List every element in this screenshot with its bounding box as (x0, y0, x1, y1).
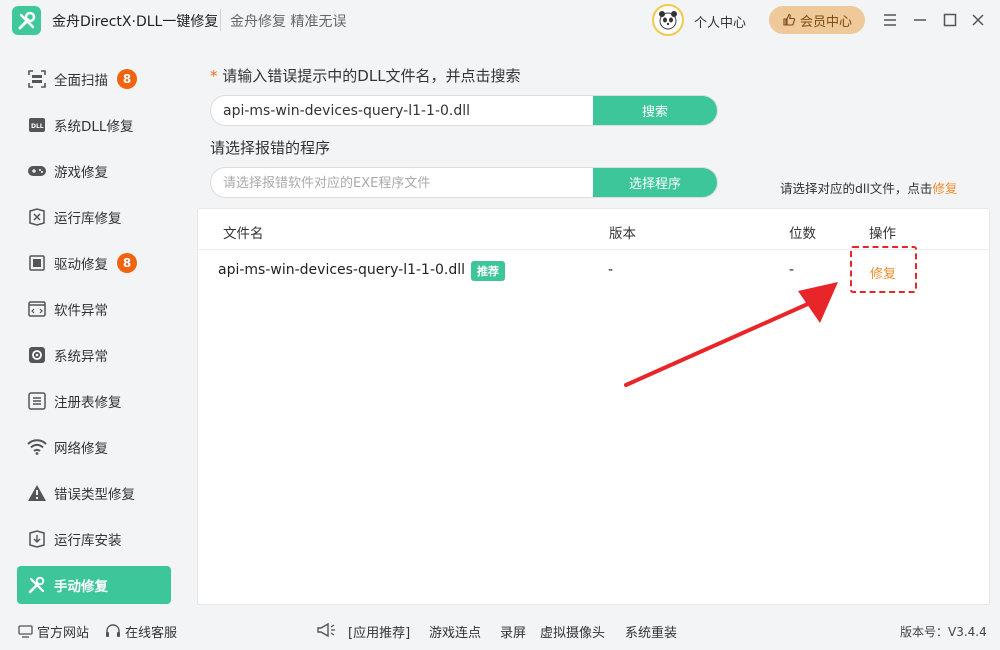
sidebar-item-driver-repair[interactable]: 驱动修复 8 (17, 244, 171, 282)
sidebar-item-software-exception[interactable]: 软件异常 (17, 290, 171, 328)
official-site-label: 官方网站 (37, 626, 90, 641)
dll-search-label-text: 请输入错误提示中的DLL文件名，并点击搜索 (222, 67, 521, 85)
official-site-link[interactable]: 官方网站 (18, 622, 89, 641)
table-header: 文件名 版本 位数 操作 (198, 209, 989, 250)
program-select-label: 请选择报错的程序 (210, 139, 331, 157)
wifi-icon (27, 437, 47, 457)
vip-center-button[interactable]: 会员中心 (769, 6, 865, 34)
notification-badge: 8 (117, 69, 137, 89)
bottom-link-game-clicker[interactable]: 游戏连点 (429, 622, 481, 641)
gear-icon (27, 345, 47, 365)
sidebar-item-system-dll[interactable]: DLL 系统DLL修复 (17, 106, 171, 144)
gamepad-icon (27, 161, 47, 181)
bottom-bar: 官方网站 在线客服 [应用推荐] 游戏连点 录屏 虚拟摄像头 系统重装 版本号：… (0, 615, 1000, 645)
bottom-link-virtual-camera[interactable]: 虚拟摄像头 (540, 622, 605, 641)
driver-icon (27, 253, 47, 273)
sidebar-item-label: 运行库安装 (54, 533, 122, 549)
app-logo (12, 6, 41, 35)
notification-badge: 8 (117, 253, 137, 273)
program-path-input[interactable] (211, 168, 593, 197)
sidebar-item-label: 全面扫描 (54, 73, 108, 89)
sidebar-item-game-repair[interactable]: 游戏修复 (17, 152, 171, 190)
highlight-dashed-box (850, 246, 917, 293)
sidebar-item-label: 驱动修复 (54, 257, 108, 273)
headset-icon (106, 624, 120, 637)
monitor-icon (18, 625, 33, 638)
sidebar-item-label: 注册表修复 (54, 395, 122, 411)
app-recommend-label: [应用推荐] (348, 626, 411, 641)
sidebar-item-network-repair[interactable]: 网络修复 (17, 428, 171, 466)
sidebar-item-manual-repair[interactable]: 手动修复 (17, 566, 171, 604)
scan-icon (27, 69, 47, 89)
sidebar-item-label: 系统异常 (54, 349, 108, 365)
sidebar-item-label: 错误类型修复 (54, 487, 135, 503)
version-cell: - (608, 262, 614, 278)
sidebar-item-runtime-repair[interactable]: 运行库修复 (17, 198, 171, 236)
sidebar-item-label: 软件异常 (54, 303, 108, 319)
column-header-version: 版本 (609, 226, 636, 242)
column-header-action: 操作 (869, 226, 896, 242)
filename-cell: api-ms-win-devices-query-l1-1-0.dll (218, 262, 466, 278)
app-slogan: 金舟修复 精准无误 (230, 14, 347, 30)
online-service-link[interactable]: 在线客服 (105, 622, 177, 641)
sidebar-item-label: 系统DLL修复 (54, 119, 134, 135)
tools-logo-icon (18, 11, 35, 29)
program-select-box: 选择程序 (210, 167, 718, 198)
tools-icon (27, 575, 47, 595)
svg-text:DLL: DLL (31, 123, 44, 130)
column-header-bits: 位数 (789, 226, 816, 242)
sidebar-item-label: 网络修复 (54, 441, 108, 457)
sidebar-item-label: 运行库修复 (54, 211, 122, 227)
user-center-link[interactable]: 个人中心 (694, 12, 746, 31)
sidebar-item-label: 游戏修复 (54, 165, 108, 181)
close-icon[interactable] (968, 10, 988, 30)
runtime-icon (27, 207, 47, 227)
version-label: 版本号：V3.4.4 (900, 625, 987, 639)
annotation-arrow-icon (624, 282, 838, 387)
select-program-button[interactable]: 选择程序 (593, 168, 717, 197)
thumbs-up-icon (783, 13, 796, 26)
sidebar-item-registry-repair[interactable]: 注册表修复 (17, 382, 171, 420)
bottom-link-system-reinstall[interactable]: 系统重装 (625, 622, 677, 641)
sidebar-item-error-type-repair[interactable]: 错误类型修复 (17, 474, 171, 512)
dll-search-box: 搜索 (210, 95, 718, 126)
dll-icon: DLL (27, 115, 47, 135)
menu-icon[interactable] (880, 10, 900, 30)
code-window-icon (27, 299, 47, 319)
sidebar-item-label: 手动修复 (54, 579, 108, 595)
sidebar-item-full-scan[interactable]: 全面扫描 8 (17, 60, 171, 98)
minimize-icon[interactable] (910, 10, 930, 30)
maximize-icon[interactable] (940, 10, 960, 30)
runtime-install-icon (27, 529, 47, 549)
required-star: * (210, 67, 218, 85)
warning-icon (27, 483, 47, 503)
sidebar-item-runtime-install[interactable]: 运行库安装 (17, 520, 171, 558)
recommended-tag: 推荐 (471, 261, 505, 281)
vip-button-label: 会员中心 (799, 14, 852, 30)
dll-search-input[interactable] (211, 96, 593, 125)
sidebar-item-system-exception[interactable]: 系统异常 (17, 336, 171, 374)
panda-avatar-icon (659, 11, 677, 30)
online-service-label: 在线客服 (125, 626, 178, 641)
column-header-filename: 文件名 (223, 226, 264, 242)
search-button[interactable]: 搜索 (593, 96, 717, 125)
megaphone-icon (316, 622, 336, 638)
repair-hint-text: 请选择对应的dll文件，点击 (780, 181, 933, 196)
title-bar: 金舟DirectX·DLL一键修复 金舟修复 精准无误 个人中心 会员中心 (0, 0, 1000, 40)
avatar[interactable] (652, 4, 684, 36)
dll-search-label: * 请输入错误提示中的DLL文件名，并点击搜索 (210, 65, 521, 86)
repair-hint-link[interactable]: 修复 (932, 181, 957, 196)
list-icon (27, 391, 47, 411)
title-divider (220, 9, 221, 31)
repair-hint: 请选择对应的dll文件，点击修复 (780, 178, 957, 197)
app-title: 金舟DirectX·DLL一键修复 (52, 14, 219, 30)
bottom-link-screen-record[interactable]: 录屏 (500, 622, 526, 641)
